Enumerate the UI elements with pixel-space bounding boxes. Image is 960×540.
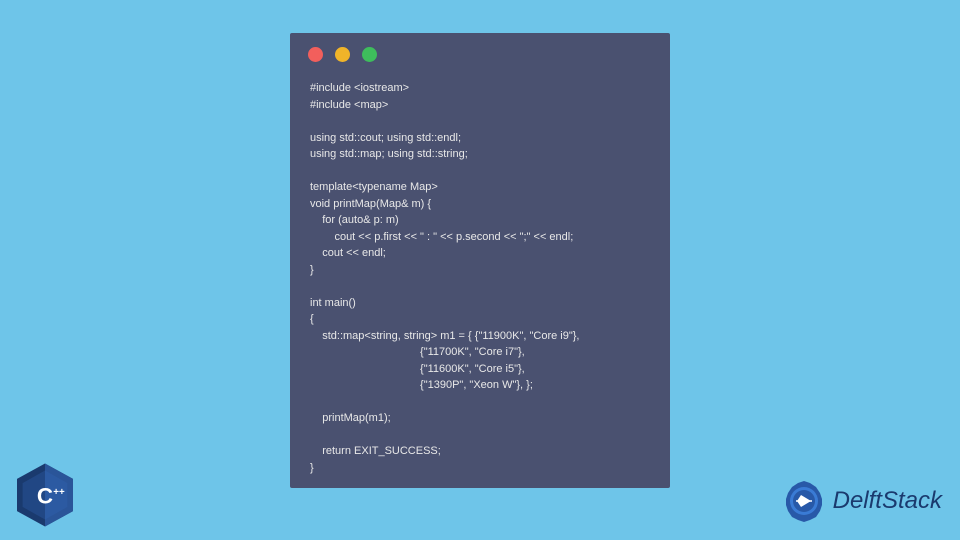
cpp-logo-icon: C ++ <box>10 460 80 530</box>
code-window: #include <iostream> #include <map> using… <box>290 33 670 488</box>
delftstack-logo: DelftStack <box>779 476 942 526</box>
brand-name: DelftStack <box>833 487 942 515</box>
window-titlebar <box>290 33 670 70</box>
delftstack-gear-icon <box>779 476 829 526</box>
code-content: #include <iostream> #include <map> using… <box>290 70 670 486</box>
cpp-plus: ++ <box>53 487 65 498</box>
close-icon[interactable] <box>308 47 323 62</box>
cpp-label: C <box>37 483 53 508</box>
maximize-icon[interactable] <box>362 47 377 62</box>
cpp-badge: C ++ <box>10 460 80 530</box>
minimize-icon[interactable] <box>335 47 350 62</box>
